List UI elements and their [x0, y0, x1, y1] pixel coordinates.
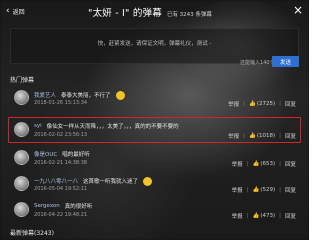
hot-danmaku-heading: 热门弹幕 — [10, 77, 35, 84]
danmaku-count: 已有 3243 条弹幕 — [166, 12, 212, 18]
title-text: "太妍 - I" 的弹幕 — [88, 8, 162, 19]
reply-link[interactable]: 回复 — [285, 100, 296, 108]
comment-date: 2016-04-22 19:48:21 — [34, 212, 88, 218]
comment-username[interactable]: 一九八八零八一八 — [34, 177, 78, 185]
comment-date: 2016-02-21 14:38:38 — [34, 160, 88, 166]
danmaku-panel: ‹ 返回 "太妍 - I" 的弹幕 已有 3243 条弹幕 × 快，赶紧发送，请… — [0, 0, 309, 240]
comment-actions: 举报 | 👍(2725) | 回复 — [228, 100, 296, 108]
thumbs-up-icon: 👍 — [252, 187, 260, 193]
like-button[interactable]: 👍(529) — [252, 187, 275, 193]
back-label: 返回 — [12, 9, 25, 16]
like-count: (2725) — [256, 101, 276, 107]
comment-username[interactable]: 像是OUC — [34, 150, 57, 158]
like-button[interactable]: 👍(2725) — [249, 101, 275, 107]
report-link[interactable]: 举报 — [232, 186, 243, 194]
highlight-box — [8, 117, 301, 143]
divider: | — [246, 161, 249, 167]
close-icon[interactable]: × — [293, 4, 303, 16]
emoji-icon — [115, 91, 125, 100]
report-link[interactable]: 举报 — [232, 160, 243, 168]
header-bar: ‹ 返回 "太妍 - I" 的弹幕 已有 3243 条弹幕 × — [0, 0, 309, 28]
like-count: (473) — [260, 213, 276, 219]
like-count: (653) — [260, 161, 276, 167]
comment-actions: 举报 | 👍(473) | 回复 — [232, 212, 296, 220]
page-title: "太妍 - I" 的弹幕 已有 3243 条弹幕 — [88, 5, 212, 19]
send-button[interactable]: 发送 — [272, 56, 299, 67]
comment-date: 2016-05-04 19:52:11 — [34, 186, 88, 192]
divider: | — [279, 213, 281, 219]
thumbs-up-icon: 👍 — [252, 213, 260, 219]
reply-link[interactable]: 回复 — [285, 160, 296, 168]
avatar[interactable] — [14, 90, 29, 105]
reply-link[interactable]: 回复 — [285, 186, 296, 194]
divider: | — [279, 187, 281, 193]
comment-text: 这首歌一听我就入迷了 — [83, 178, 139, 185]
reply-link[interactable]: 回复 — [285, 212, 296, 220]
comment-text: 泰泰大美丽，不行了 — [61, 92, 111, 99]
report-link[interactable]: 举报 — [228, 100, 239, 108]
chevron-left-icon: ‹ — [6, 6, 10, 16]
latest-danmaku-heading: 最新弹幕(3243) — [10, 230, 54, 237]
like-button[interactable]: 👍(653) — [252, 161, 275, 167]
input-placeholder: 快，赶紧发送，请保证文明，弹幕礼仪，测试 - — [97, 41, 212, 47]
comment-text: 真的很好听 — [64, 204, 93, 210]
comment-item: Sergexon 真的很好听 2016-04-22 19:48:21 举报 | … — [10, 200, 300, 222]
divider: | — [246, 213, 249, 219]
thumbs-up-icon: 👍 — [252, 161, 260, 167]
comment-actions: 举报 | 👍(529) | 回复 — [232, 186, 296, 194]
thumbs-up-icon: 👍 — [248, 101, 256, 107]
divider: | — [279, 101, 281, 107]
comment-item: 像是OUC 唱的最好听 2016-02-21 14:38:38 举报 | 👍(6… — [10, 148, 300, 170]
comment-date: 2018-01-26 15:13:34 — [34, 100, 88, 106]
like-button[interactable]: 👍(473) — [252, 213, 275, 219]
emoji-icon — [143, 177, 153, 186]
back-button[interactable]: ‹ 返回 — [6, 6, 25, 17]
avatar[interactable] — [14, 202, 29, 217]
comment-username[interactable]: Sergexon — [34, 203, 60, 209]
comment-text: 唱的最好听 — [62, 152, 90, 158]
comment-username[interactable]: 我爱艺人 — [34, 91, 56, 99]
comment-actions: 举报 | 👍(653) | 回复 — [232, 160, 296, 168]
divider: | — [279, 161, 281, 167]
like-count: (529) — [260, 187, 276, 193]
report-link[interactable]: 举报 — [232, 212, 243, 220]
divider: | — [243, 101, 245, 107]
avatar[interactable] — [14, 150, 29, 165]
avatar[interactable] — [14, 176, 29, 191]
comment-item: 我爱艺人 泰泰大美丽，不行了 2018-01-26 15:13:34 举报 | … — [10, 88, 300, 110]
divider: | — [246, 187, 249, 193]
comment-item: 一九八八零八一八 这首歌一听我就入迷了 2016-05-04 19:52:11 … — [10, 174, 300, 196]
